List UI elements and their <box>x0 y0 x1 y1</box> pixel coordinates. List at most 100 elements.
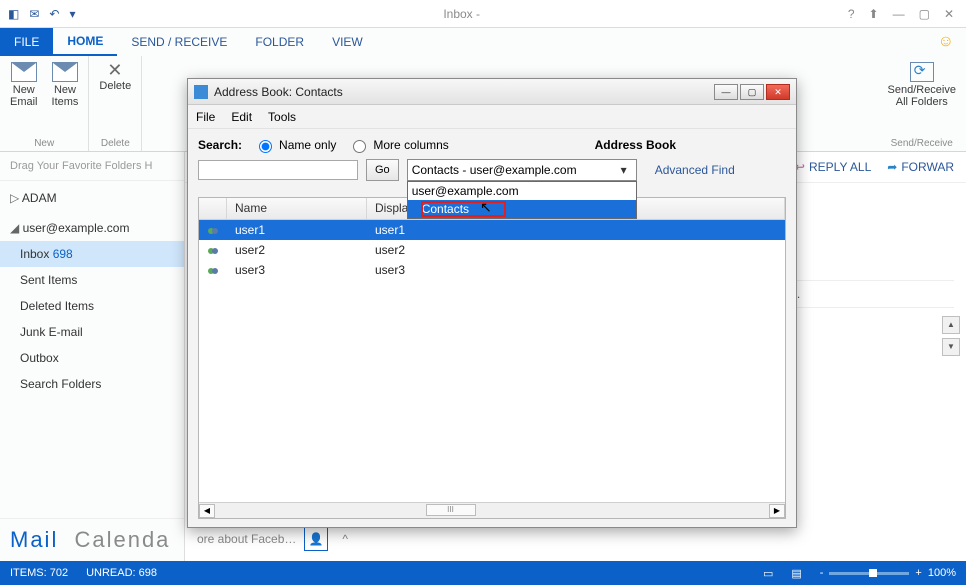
tab-send-receive[interactable]: SEND / RECEIVE <box>117 28 241 56</box>
dialog-menu-edit[interactable]: Edit <box>231 110 252 124</box>
contact-row[interactable]: user2user2 <box>199 240 785 260</box>
row-name: user1 <box>227 223 367 237</box>
addressbook-combo[interactable]: Contacts - user@example.com ▾ user@examp… <box>407 159 637 181</box>
row-display: user3 <box>367 263 785 277</box>
folder-count: 698 <box>53 247 73 261</box>
module-mail[interactable]: Mail <box>10 527 58 552</box>
hscroll-right-button[interactable]: ▶ <box>769 504 785 518</box>
contact-row[interactable]: user3user3 <box>199 260 785 280</box>
zoom-slider-thumb[interactable] <box>869 569 877 577</box>
delete-x-icon: ✕ <box>107 62 123 78</box>
radio-more-columns[interactable]: More columns <box>348 137 448 153</box>
new-items-button[interactable]: New Items <box>52 62 79 108</box>
send-receive-all-button[interactable]: Send/Receive All Folders <box>888 62 957 108</box>
ribbon-collapse-icon[interactable]: ⬆ <box>869 7 879 21</box>
dialog-close-button[interactable]: ✕ <box>766 84 790 100</box>
row-display: user1 <box>367 223 785 237</box>
outlook-icon: ◧ <box>8 7 19 21</box>
forward-link[interactable]: ➦FORWAR <box>887 160 954 174</box>
row-name: user2 <box>227 243 367 257</box>
dialog-maximize-button[interactable]: ▢ <box>740 84 764 100</box>
people-icon <box>199 223 227 237</box>
undo-icon[interactable]: ↶ <box>49 7 59 21</box>
group-new-caption: New <box>10 138 78 149</box>
feedback-smiley-icon[interactable]: ☺ <box>938 33 966 51</box>
address-book-icon <box>194 85 208 99</box>
radio-more-columns-input[interactable] <box>353 140 366 153</box>
folder-sent-items[interactable]: Sent Items <box>0 267 184 293</box>
delete-label: Delete <box>99 80 131 92</box>
minimize-button[interactable]: — <box>893 7 905 21</box>
people-pane-text: ore about Faceb… <box>197 532 296 546</box>
hscroll-thumb[interactable]: III <box>426 504 476 516</box>
pane-scroll-down-button[interactable]: ▼ <box>942 338 960 356</box>
module-bar: Mail Calenda <box>0 518 184 561</box>
account-header-main[interactable]: user@example.com <box>0 211 184 241</box>
envelope-plus-icon <box>52 62 78 82</box>
delete-button[interactable]: ✕ Delete <box>99 62 131 92</box>
dialog-body: Search: Name only More columns Address B… <box>188 129 796 527</box>
ribbon-group-new: New Email New Items New <box>0 56 89 151</box>
contact-row[interactable]: user1user1 <box>199 220 785 240</box>
go-button[interactable]: Go <box>366 159 399 181</box>
combo-selected-text: Contacts - user@example.com <box>412 163 577 177</box>
chevron-down-icon[interactable]: ▾ <box>616 163 632 177</box>
reply-all-link[interactable]: ↩REPLY ALL <box>795 160 871 174</box>
new-items-label: New Items <box>52 84 79 108</box>
dialog-minimize-button[interactable]: — <box>714 84 738 100</box>
account-header-adam[interactable]: ADAM <box>0 181 184 211</box>
help-icon[interactable]: ? <box>848 7 855 21</box>
ribbon-tabs: FILE HOME SEND / RECEIVE FOLDER VIEW ☺ <box>0 28 966 56</box>
row-name: user3 <box>227 263 367 277</box>
folder-deleted-items[interactable]: Deleted Items <box>0 293 184 319</box>
dialog-menu-file[interactable]: File <box>196 110 215 124</box>
send-receive-all-label: Send/Receive All Folders <box>888 84 957 108</box>
tab-folder[interactable]: FOLDER <box>241 28 318 56</box>
zoom-slider-track[interactable] <box>829 572 909 575</box>
tab-home[interactable]: HOME <box>53 28 117 56</box>
dialog-title-bar[interactable]: Address Book: Contacts — ▢ ✕ <box>188 79 796 105</box>
favorites-drop-hint[interactable]: Drag Your Favorite Folders H <box>0 152 184 181</box>
hscroll-track[interactable]: III <box>215 504 769 518</box>
new-email-button[interactable]: New Email <box>10 62 38 108</box>
view-normal-icon[interactable]: ▭ <box>763 567 773 580</box>
module-calendar[interactable]: Calenda <box>74 527 170 552</box>
zoom-out-button[interactable]: - <box>820 567 824 579</box>
addressbook-label: Address Book <box>595 138 676 152</box>
col-name[interactable]: Name <box>227 198 367 219</box>
folder-outbox[interactable]: Outbox <box>0 345 184 371</box>
status-bar: ITEMS: 702 UNREAD: 698 ▭ ▤ - + 100% <box>0 561 966 585</box>
radio-name-only-input[interactable] <box>259 140 272 153</box>
tab-view[interactable]: VIEW <box>318 28 377 56</box>
folder-inbox[interactable]: Inbox 698 <box>0 241 184 267</box>
dialog-menu-tools[interactable]: Tools <box>268 110 296 124</box>
combo-option[interactable]: user@example.com <box>408 182 636 200</box>
address-book-dialog: Address Book: Contacts — ▢ ✕ File Edit T… <box>187 78 797 528</box>
input-row: Go Contacts - user@example.com ▾ user@ex… <box>198 159 786 181</box>
status-items: ITEMS: 702 <box>10 567 68 579</box>
close-window-button[interactable]: ✕ <box>944 7 954 21</box>
zoom-in-button[interactable]: + <box>915 567 921 579</box>
folder-junk-e-mail[interactable]: Junk E-mail <box>0 319 184 345</box>
combo-option[interactable]: Contacts <box>408 200 636 218</box>
combo-box[interactable]: Contacts - user@example.com ▾ <box>407 159 637 181</box>
dialog-title: Address Book: Contacts <box>214 85 343 99</box>
people-pane-expand-icon[interactable]: ^ <box>342 532 348 546</box>
new-email-label: New Email <box>10 84 38 108</box>
pane-scroll-up-button[interactable]: ▲ <box>942 316 960 334</box>
col-icon[interactable] <box>199 198 227 219</box>
send-receive-qat-icon[interactable]: ✉ <box>29 7 39 21</box>
hscroll-left-button[interactable]: ◀ <box>199 504 215 518</box>
title-bar: ◧ ✉ ↶ ▾ Inbox - ? ⬆ — ▢ ✕ <box>0 0 966 28</box>
search-input[interactable] <box>198 160 358 180</box>
view-reading-icon[interactable]: ▤ <box>791 567 801 580</box>
dialog-menu-bar: File Edit Tools <box>188 105 796 129</box>
maximize-button[interactable]: ▢ <box>919 7 930 21</box>
radio-name-only[interactable]: Name only <box>254 137 336 153</box>
group-sr-caption: Send/Receive <box>888 138 957 149</box>
ribbon-group-send-receive: Send/Receive All Folders Send/Receive <box>878 56 966 151</box>
advanced-find-link[interactable]: Advanced Find <box>655 163 735 177</box>
search-label: Search: <box>198 138 242 152</box>
folder-search-folders[interactable]: Search Folders <box>0 371 184 397</box>
tab-file[interactable]: FILE <box>0 28 53 56</box>
